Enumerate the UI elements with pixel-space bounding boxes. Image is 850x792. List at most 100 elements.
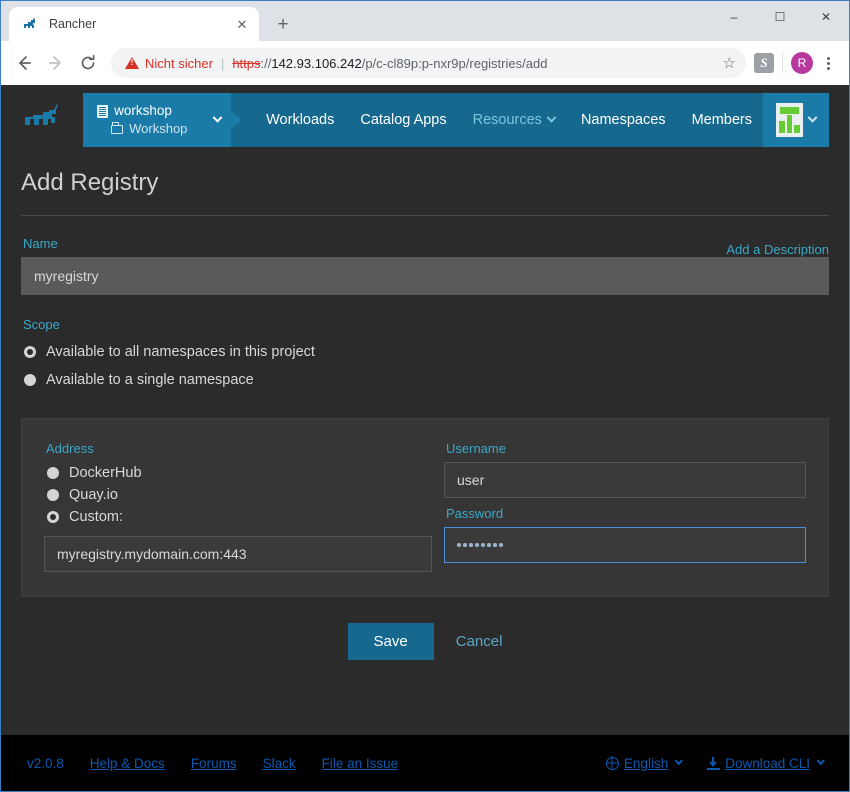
download-cli-label: Download CLI <box>725 755 810 771</box>
project-name: Workshop <box>129 121 188 136</box>
window-controls: – ☐ ✕ <box>711 1 849 33</box>
url-text: https://142.93.106.242/p/c-cl89p:p-nxr9p… <box>232 56 547 71</box>
password-label: Password <box>446 506 504 521</box>
page-footer: v2.0.8 Help & Docs Forums Slack File an … <box>1 735 849 791</box>
password-input[interactable] <box>444 527 806 563</box>
scope-label: Scope <box>23 317 60 332</box>
rancher-favicon-icon <box>23 16 39 32</box>
nav-item-members[interactable]: Members <box>681 93 763 147</box>
tab-title: Rancher <box>49 17 97 31</box>
address-bar[interactable]: Nicht sicher | https://142.93.106.242/p/… <box>111 48 746 78</box>
minimize-button[interactable]: – <box>711 1 757 33</box>
browser-tab[interactable]: Rancher ✕ <box>9 7 259 41</box>
nav-item-resources[interactable]: Resources <box>461 93 567 155</box>
rancher-page: workshop Workshop Workloads Catalog Apps… <box>1 85 849 791</box>
omnibox-separator: | <box>220 55 225 71</box>
new-tab-button[interactable]: + <box>269 10 297 38</box>
nav-item-label: Members <box>691 112 752 128</box>
star-icon[interactable]: ☆ <box>723 54 736 72</box>
navbar-blue-bar: workshop Workshop Workloads Catalog Apps… <box>83 93 829 155</box>
address-label: Address <box>46 441 94 456</box>
address-radio-quayio[interactable]: Quay.io <box>44 484 432 506</box>
save-button[interactable]: Save <box>347 623 434 660</box>
download-cli-button[interactable]: Download CLI <box>707 755 825 771</box>
chevron-down-icon <box>807 112 818 123</box>
reload-icon[interactable] <box>73 48 103 78</box>
name-section: Name Add a Description <box>21 216 829 295</box>
kebab-menu-icon[interactable] <box>815 56 841 70</box>
cluster-name: workshop <box>114 103 172 118</box>
nav-item-namespaces[interactable]: Namespaces <box>570 93 677 147</box>
chevron-down-icon[interactable] <box>212 112 223 123</box>
project-selector[interactable]: workshop Workshop <box>83 93 232 147</box>
rancher-navbar: workshop Workshop Workloads Catalog Apps… <box>1 85 849 155</box>
cluster-switch-button[interactable] <box>763 93 829 147</box>
scope-option-label: Available to all namespaces in this proj… <box>46 344 315 360</box>
radio-icon <box>24 374 36 386</box>
browser-toolbar: Nicht sicher | https://142.93.106.242/p/… <box>1 41 849 85</box>
address-radio-custom[interactable]: Custom: <box>44 506 432 528</box>
maximize-button[interactable]: ☐ <box>757 1 803 33</box>
folder-icon <box>111 121 124 134</box>
name-input[interactable] <box>21 257 829 295</box>
address-option-label: Custom: <box>69 509 123 525</box>
username-input[interactable] <box>444 462 806 498</box>
add-description-link[interactable]: Add a Description <box>726 242 829 257</box>
extension-icon[interactable]: S <box>754 53 774 73</box>
globe-icon <box>605 756 619 770</box>
address-radio-dockerhub[interactable]: DockerHub <box>44 462 432 484</box>
browser-window: Rancher ✕ + – ☐ ✕ Nicht sicher | https:/… <box>0 0 850 792</box>
page-title: Add Registry <box>21 169 159 196</box>
page-content: Add Registry Name Add a Description Scop… <box>1 147 849 735</box>
language-selector[interactable]: English <box>605 756 684 771</box>
tab-close-icon[interactable]: ✕ <box>233 15 251 33</box>
footer-link-forums[interactable]: Forums <box>191 756 237 771</box>
chevron-down-icon <box>816 756 825 766</box>
nav-item-label: Resources <box>472 112 542 128</box>
scope-option-label: Available to a single namespace <box>46 372 254 388</box>
credentials-column: Username Password <box>444 441 806 572</box>
radio-icon <box>24 346 36 358</box>
chevron-down-icon <box>546 112 557 123</box>
nav-item-label: Namespaces <box>580 112 666 128</box>
version-label: v2.0.8 <box>27 755 64 771</box>
project-row: Workshop <box>97 120 206 138</box>
password-masked-value <box>457 528 793 562</box>
footer-link-slack[interactable]: Slack <box>263 756 296 771</box>
nav-item-label: Catalog Apps <box>360 112 447 128</box>
nav-item-label: Workloads <box>266 112 335 128</box>
footer-link-help-docs[interactable]: Help & Docs <box>90 756 165 771</box>
cancel-button[interactable]: Cancel <box>456 633 503 650</box>
radio-icon <box>47 467 59 479</box>
cluster-row: workshop <box>97 102 206 120</box>
scope-radio-single-namespace[interactable]: Available to a single namespace <box>21 366 829 394</box>
footer-link-file-an-issue[interactable]: File an Issue <box>322 756 399 771</box>
warning-triangle-icon <box>125 57 139 69</box>
navbar-items: Workloads Catalog Apps Resources Namespa… <box>231 93 763 155</box>
registry-panel: Address DockerHub Quay.io Custom: myregi… <box>21 418 829 597</box>
forward-arrow-icon[interactable] <box>41 48 71 78</box>
url-path: /p/c-cl89p:p-nxr9p/registries/add <box>361 55 548 71</box>
address-column: Address DockerHub Quay.io Custom: <box>44 441 432 572</box>
scope-radio-all-namespaces[interactable]: Available to all namespaces in this proj… <box>21 338 829 366</box>
url-scheme: https <box>232 55 261 71</box>
radio-icon <box>47 489 59 501</box>
address-option-label: Quay.io <box>69 487 118 503</box>
address-option-label: DockerHub <box>69 465 142 481</box>
scope-section: Scope Available to all namespaces in thi… <box>21 295 829 394</box>
custom-address-input[interactable] <box>44 536 432 572</box>
project-selector-lines: workshop Workshop <box>97 102 206 138</box>
profile-avatar[interactable]: R <box>791 52 813 74</box>
name-label: Name <box>23 236 58 251</box>
cluster-bars-icon <box>776 103 803 137</box>
back-arrow-icon[interactable] <box>9 48 39 78</box>
chevron-down-icon <box>674 756 684 766</box>
rancher-cow-logo-icon[interactable] <box>21 93 83 147</box>
security-status-text: Nicht sicher <box>145 55 213 71</box>
close-window-button[interactable]: ✕ <box>803 1 849 33</box>
nav-item-catalog-apps[interactable]: Catalog Apps <box>349 93 457 147</box>
nav-item-workloads[interactable]: Workloads <box>255 93 345 147</box>
url-host: 142.93.106.242 <box>271 55 362 71</box>
tab-strip: Rancher ✕ + – ☐ ✕ <box>1 1 849 41</box>
name-header-row: Name Add a Description <box>21 236 829 257</box>
